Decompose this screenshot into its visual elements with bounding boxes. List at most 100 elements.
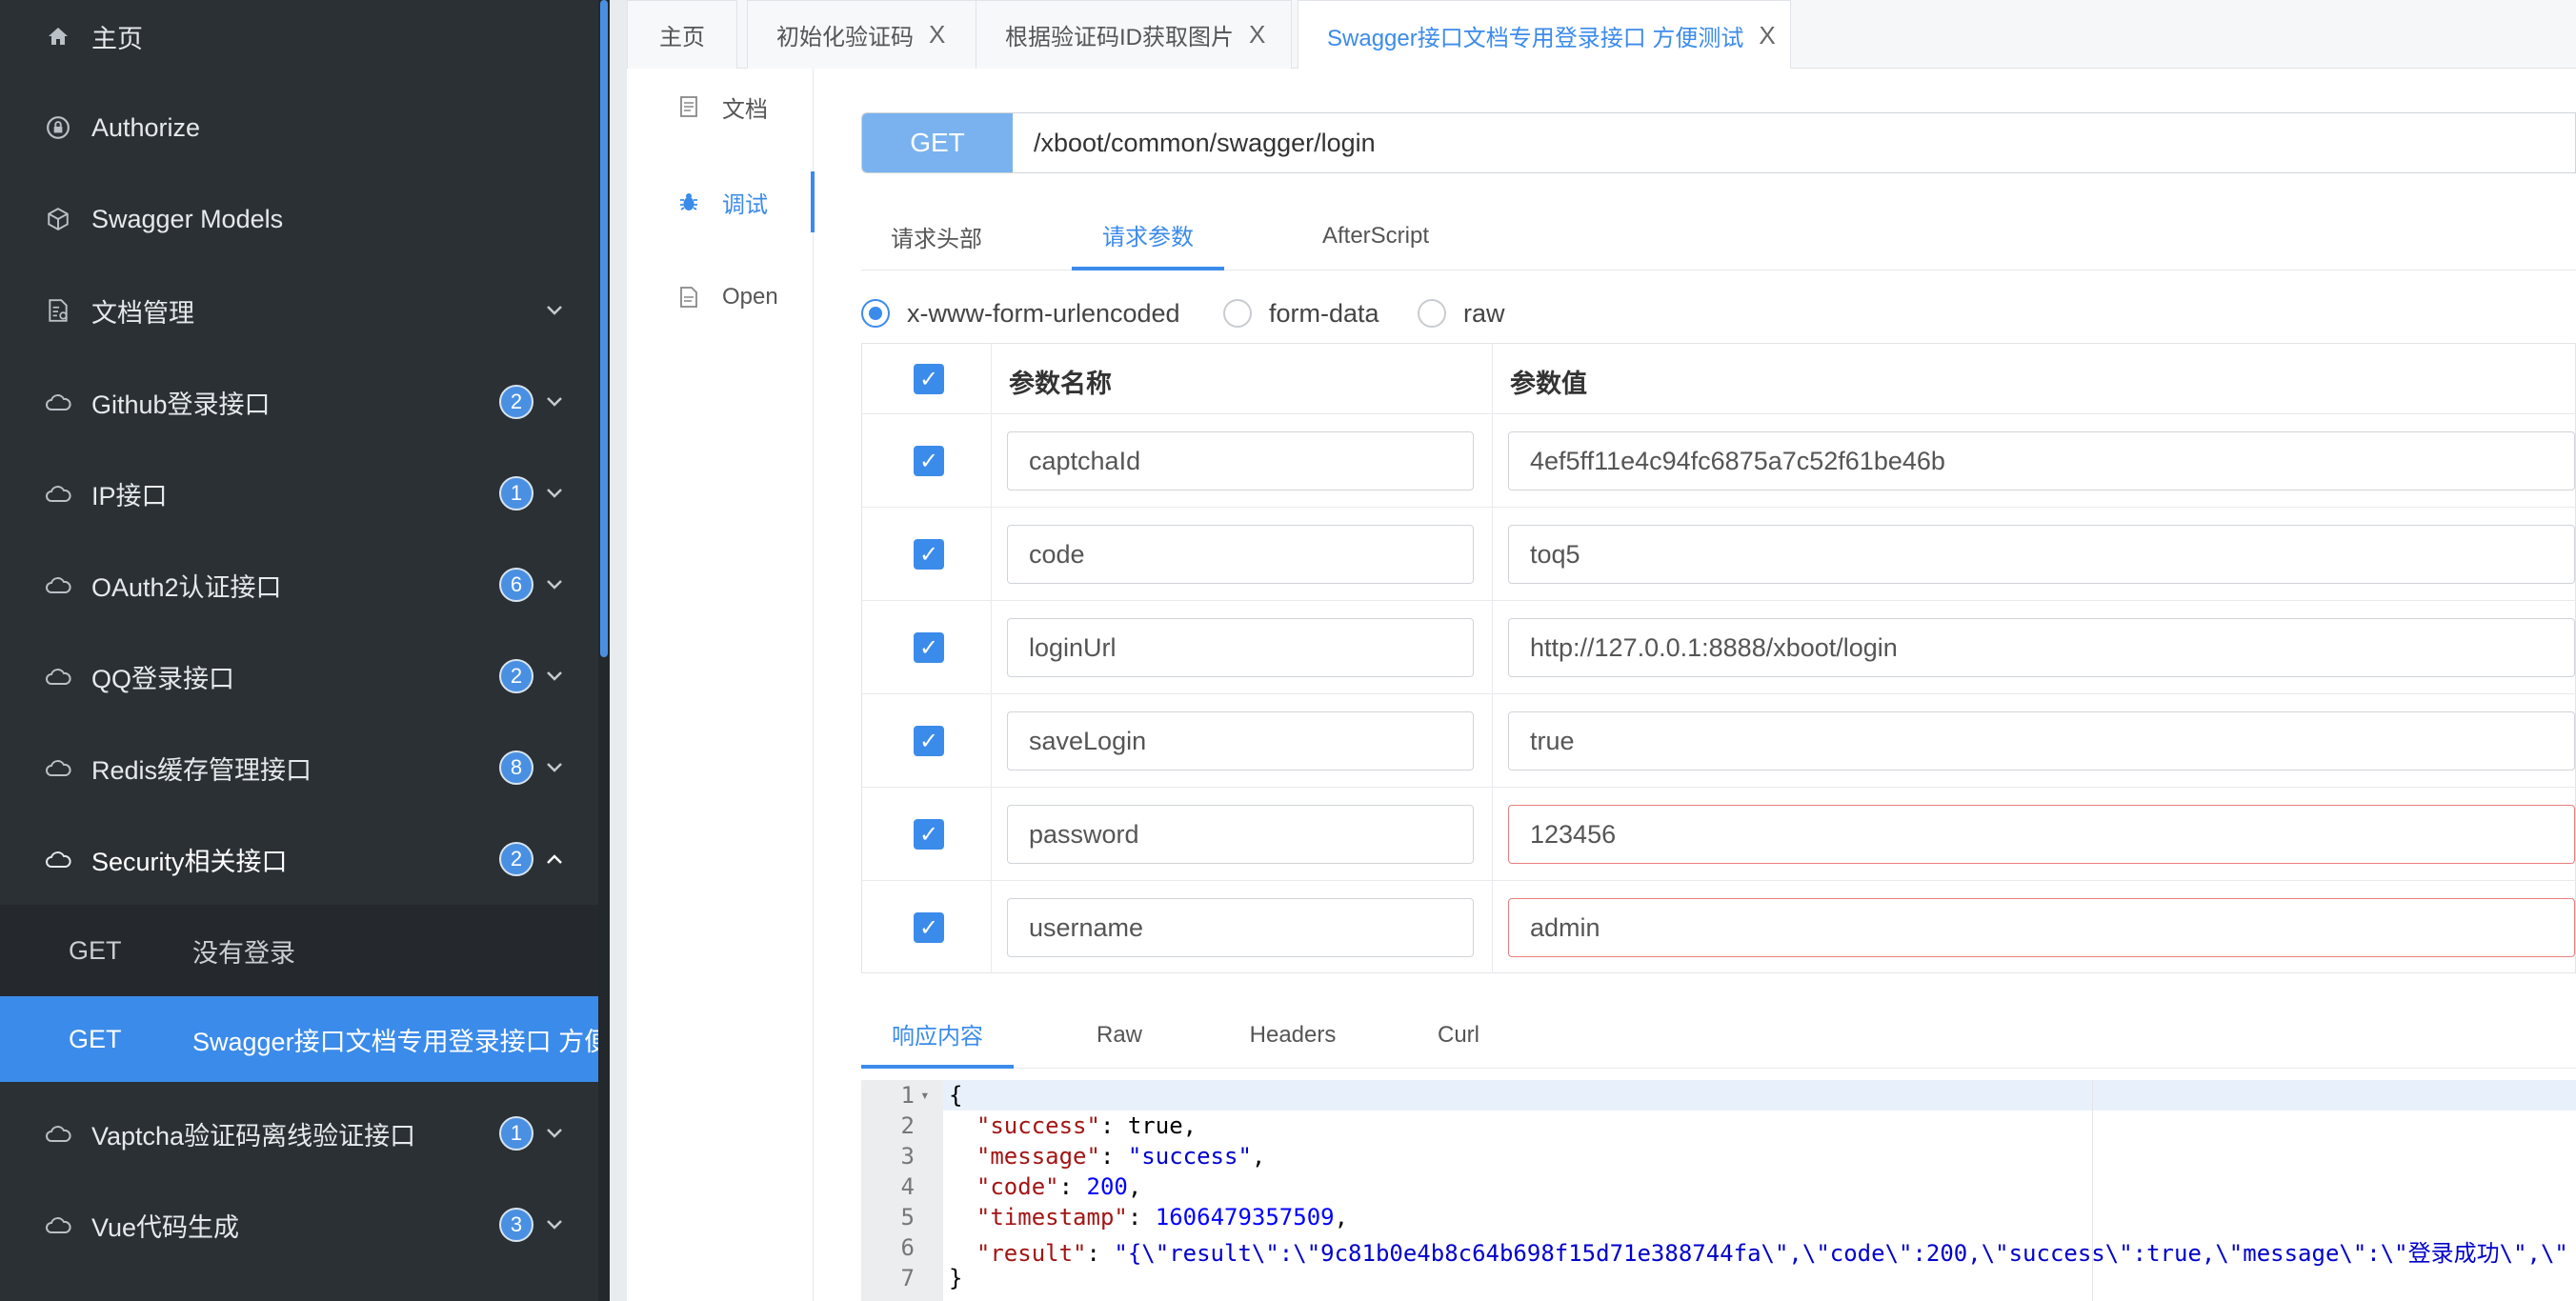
chevron-down-icon xyxy=(543,299,566,322)
row-checkbox[interactable]: ✓ xyxy=(914,912,944,943)
header-checkbox-cell: ✓ xyxy=(862,344,992,413)
docnav-document[interactable]: 文档 xyxy=(627,69,814,145)
tab-response-headers[interactable]: Headers xyxy=(1221,1002,1364,1069)
layout-gutter xyxy=(610,0,627,1301)
json-value: 200 xyxy=(1086,1173,1128,1200)
close-icon[interactable]: X xyxy=(1759,21,1775,50)
sidebar-scrollbar-thumb[interactable] xyxy=(600,0,608,657)
radio-form-data[interactable]: form-data xyxy=(1223,290,1379,337)
radio-raw[interactable]: raw xyxy=(1418,290,1505,337)
sidebar-item-home[interactable]: 主页 xyxy=(0,0,598,82)
param-value-input[interactable]: toq5 xyxy=(1508,525,2575,584)
chevron-down-icon xyxy=(543,482,566,505)
tab-response-curl[interactable]: Curl xyxy=(1406,1002,1511,1069)
sidebar-item-label: Github登录接口 xyxy=(91,390,271,419)
param-value-input[interactable]: http://127.0.0.1:8888/xboot/login xyxy=(1508,618,2575,677)
param-name-input[interactable]: loginUrl xyxy=(1007,618,1474,677)
sidebar-item-label: Authorize xyxy=(91,112,201,142)
row-value-cell: 4ef5ff11e4c94fc6875a7c52f61be46b xyxy=(1493,414,2576,507)
json-value: 1606479357509 xyxy=(1155,1204,1335,1231)
cloud-icon xyxy=(44,845,72,873)
close-icon[interactable]: X xyxy=(929,20,945,50)
fold-arrow-icon[interactable]: ▾ xyxy=(920,1086,930,1104)
sidebar-subitem-label: Swagger接口文档专用登录接口 方便测试 xyxy=(192,1027,598,1056)
sidebar-item-swagger-models[interactable]: Swagger Models xyxy=(0,173,598,265)
sidebar-subitem-label: 没有登录 xyxy=(192,938,295,968)
docnav-label: 调试 xyxy=(722,191,768,218)
chevron-down-icon xyxy=(543,1213,566,1236)
radio-label: x-www-form-urlencoded xyxy=(907,298,1180,328)
row-checkbox[interactable]: ✓ xyxy=(914,539,944,570)
tab-home[interactable]: 主页 xyxy=(627,0,737,69)
close-icon[interactable]: X xyxy=(1249,20,1265,50)
sidebar-item-doc-manage[interactable]: 文档管理 xyxy=(0,265,598,356)
docnav-open[interactable]: Open xyxy=(627,259,814,335)
sidebar-item-oauth2[interactable]: OAuth2认证接口 6 xyxy=(0,539,598,630)
param-value-input[interactable]: 123456 xyxy=(1508,805,2575,864)
code-line: "result": "{\"result\":\"9c81b0e4b8c64b6… xyxy=(976,1240,2568,1267)
sidebar-item-vaptcha[interactable]: Vaptcha验证码离线验证接口 1 xyxy=(0,1088,598,1179)
http-method-button[interactable]: GET xyxy=(862,113,1013,172)
param-name-input[interactable]: password xyxy=(1007,805,1474,864)
code-line: "success": true, xyxy=(976,1112,1197,1139)
row-checkbox[interactable]: ✓ xyxy=(914,726,944,756)
response-editor[interactable]: 1 ▾ 2 3 4 5 6 7 { "success": true, "mess… xyxy=(861,1080,2576,1301)
line-number: 7 xyxy=(900,1265,915,1291)
count-badge: 3 xyxy=(499,1208,533,1242)
tab-label: 根据验证码ID获取图片 xyxy=(1005,25,1234,50)
sidebar-item-label: Security相关接口 xyxy=(91,847,288,876)
tab-init-captcha[interactable]: 初始化验证码 X xyxy=(747,0,991,69)
tab-request-params[interactable]: 请求参数 xyxy=(1072,202,1224,270)
tab-request-headers[interactable]: 请求头部 xyxy=(861,202,1012,270)
url-input[interactable]: /xboot/common/swagger/login xyxy=(1034,113,1376,172)
table-header-row: ✓ 参数名称 参数值 xyxy=(862,344,2576,414)
sidebar-item-ip[interactable]: IP接口 1 xyxy=(0,448,598,539)
tab-captcha-image[interactable]: 根据验证码ID获取图片 X xyxy=(976,0,1292,69)
json-value: "success" xyxy=(1127,1143,1252,1170)
line-number: 3 xyxy=(900,1143,915,1170)
row-checkbox[interactable]: ✓ xyxy=(914,446,944,476)
chevron-down-icon xyxy=(543,756,566,779)
cloud-icon xyxy=(44,388,72,416)
tab-swagger-login[interactable]: Swagger接口文档专用登录接口 方便测试 X xyxy=(1298,0,1791,70)
table-row: ✓ username admin xyxy=(862,881,2576,973)
param-name-input[interactable]: username xyxy=(1007,898,1474,957)
method-label: GET xyxy=(69,1024,122,1053)
cloud-icon xyxy=(44,753,72,782)
row-checkbox-cell: ✓ xyxy=(862,414,992,507)
bug-icon xyxy=(676,190,701,214)
json-value: "{\"result\":\"9c81b0e4b8c64b698f15d71e3… xyxy=(1114,1240,2568,1267)
select-all-checkbox[interactable]: ✓ xyxy=(914,364,944,394)
row-checkbox[interactable]: ✓ xyxy=(914,632,944,663)
sidebar-item-authorize[interactable]: Authorize xyxy=(0,82,598,173)
row-checkbox[interactable]: ✓ xyxy=(914,819,944,850)
docnav-debug[interactable]: 调试 xyxy=(627,164,815,240)
param-name-input[interactable]: code xyxy=(1007,525,1474,584)
line-number: 2 xyxy=(900,1112,915,1139)
tab-response-raw[interactable]: Raw xyxy=(1067,1002,1172,1069)
sidebar-item-redis[interactable]: Redis缓存管理接口 8 xyxy=(0,722,598,813)
code-line: } xyxy=(949,1265,962,1291)
count-badge: 1 xyxy=(499,1116,533,1151)
sidebar-item-security[interactable]: Security相关接口 2 xyxy=(0,813,598,905)
sidebar-item-vue-codegen[interactable]: Vue代码生成 3 xyxy=(0,1179,598,1271)
radio-urlencoded[interactable]: x-www-form-urlencoded xyxy=(861,290,1180,337)
param-value-input[interactable]: admin xyxy=(1508,898,2575,957)
tab-response-content[interactable]: 响应内容 xyxy=(861,1002,1014,1069)
sidebar-item-qq-login[interactable]: QQ登录接口 2 xyxy=(0,630,598,722)
sidebar-item-github-login[interactable]: Github登录接口 2 xyxy=(0,356,598,448)
json-key: "message" xyxy=(976,1143,1100,1170)
param-name-input[interactable]: captchaId xyxy=(1007,431,1474,490)
tab-label: 主页 xyxy=(659,25,705,50)
sidebar-subitem-not-logged-in[interactable]: GET 没有登录 xyxy=(0,905,598,996)
param-name-input[interactable]: saveLogin xyxy=(1007,711,1474,771)
sidebar-subitem-swagger-login[interactable]: GET Swagger接口文档专用登录接口 方便测试 xyxy=(0,996,598,1082)
tab-after-script[interactable]: AfterScript xyxy=(1299,202,1452,270)
params-table: ✓ 参数名称 参数值 ✓ captchaId 4ef5ff11e4c94fc68… xyxy=(861,343,2576,973)
param-value-input[interactable]: 4ef5ff11e4c94fc6875a7c52f61be46b xyxy=(1508,431,2575,490)
chevron-down-icon xyxy=(543,1122,566,1145)
tab-bar: 主页 初始化验证码 X 根据验证码ID获取图片 X Swagger接口文档专用登… xyxy=(627,0,2576,70)
param-value-input[interactable]: true xyxy=(1508,711,2575,771)
docnav-label: Open xyxy=(722,284,778,310)
sidebar-item-label: 文档管理 xyxy=(91,298,194,328)
